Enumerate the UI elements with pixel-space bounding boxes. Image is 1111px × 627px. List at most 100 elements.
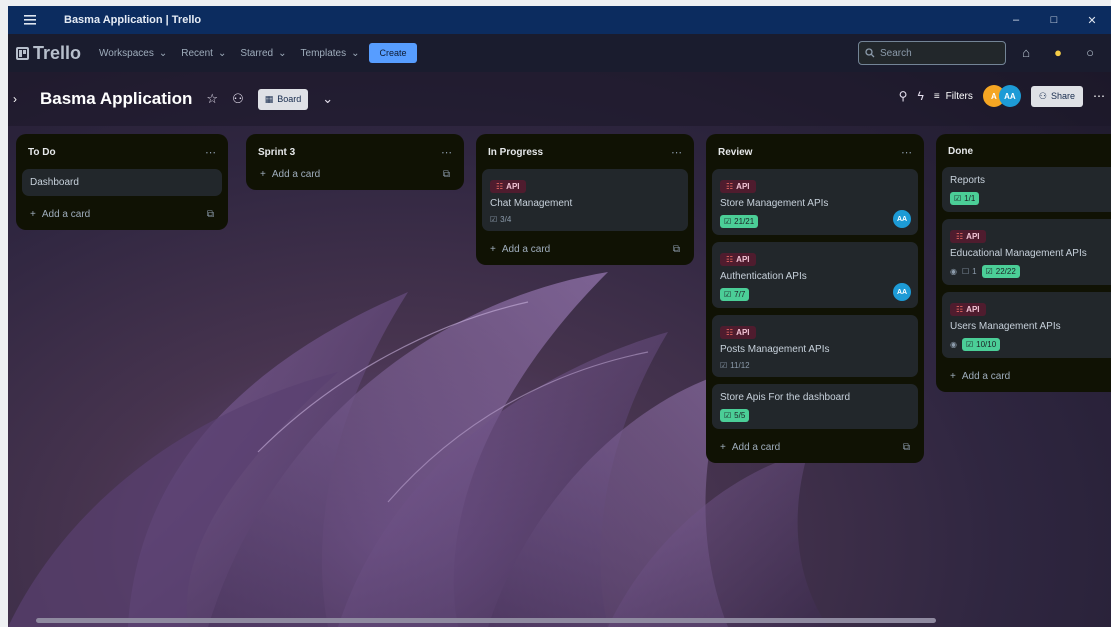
list-title[interactable]: Done (948, 146, 973, 157)
chevron-down-icon[interactable]: ⌄ (322, 91, 333, 107)
window-title: Basma Application | Trello (64, 14, 202, 26)
label-icon: ☷ (726, 182, 734, 191)
list-in-progress: In Progress ⋯ ☷ API Chat Management ☑ 3/4 … (476, 134, 694, 265)
card-template-icon[interactable]: ⧉ (673, 244, 680, 255)
hamburger-menu-icon[interactable] (8, 6, 52, 34)
checklist-badge: ☑ 5/5 (720, 409, 750, 422)
filters-button[interactable]: ≡ Filters (934, 91, 973, 102)
checklist-badge: ☑ 21/21 (720, 215, 759, 228)
list-done: Done Reports ☑ 1/1 ☷ API Educational Manag… (936, 134, 1111, 392)
search-input[interactable]: Search (858, 41, 1006, 65)
avatar[interactable]: AA (893, 210, 911, 228)
list-sprint-3: Sprint 3 ⋯ + Add a card ⧉ (246, 134, 464, 190)
chevron-down-icon: ⌄ (278, 47, 287, 59)
share-button[interactable]: ⚇ Share (1030, 85, 1083, 107)
search-icon (865, 48, 875, 58)
list-title[interactable]: Review (718, 147, 752, 158)
card-store-apis-dashboard[interactable]: Store Apis For the dashboard ☑ 5/5 (712, 384, 918, 429)
trello-logo[interactable]: Trello (16, 43, 81, 64)
list-menu-icon[interactable]: ⋯ (205, 146, 216, 159)
notification-bell-icon[interactable]: ● (1047, 41, 1069, 63)
board-view-button[interactable]: ▦ Board (257, 88, 309, 110)
power-ups-icon[interactable]: ⚲ (899, 89, 908, 103)
person-add-icon: ⚇ (1038, 90, 1047, 101)
card-dashboard[interactable]: Dashboard (22, 169, 222, 196)
label-icon: ☷ (496, 182, 504, 191)
comment-badge: ☐ 1 (961, 267, 977, 276)
nav-workspaces[interactable]: Workspaces ⌄ (99, 48, 167, 59)
nav-starred[interactable]: Starred ⌄ (240, 48, 286, 59)
checklist-icon: ☑ (720, 361, 728, 370)
plus-icon: + (950, 371, 956, 382)
star-icon[interactable]: ☆ (206, 91, 218, 107)
add-card-button[interactable]: + Add a card (490, 244, 550, 255)
checklist-icon: ☑ (954, 194, 962, 203)
checklist-badge: ☑ 7/7 (720, 288, 750, 301)
checklist-icon: ☑ (965, 340, 974, 349)
add-card-button[interactable]: + Add a card (260, 169, 320, 180)
card-store-management-apis[interactable]: ☷ API Store Management APIs ☑ 21/21 AA (712, 169, 918, 235)
checklist-badge: ☑ 10/10 (961, 338, 1001, 351)
watch-icon: ◉ (950, 267, 957, 276)
label-icon: ☷ (956, 232, 964, 241)
add-card-button[interactable]: + Add a card (30, 209, 90, 220)
help-icon[interactable]: ○ (1079, 41, 1101, 63)
list-title[interactable]: In Progress (488, 147, 543, 158)
visibility-icon[interactable]: ⚇ (232, 91, 244, 107)
close-button[interactable]: ✕ (1073, 6, 1111, 34)
plus-icon: + (490, 244, 496, 255)
board-view-icon: ▦ (264, 93, 274, 104)
avatar[interactable]: AA (998, 85, 1021, 107)
avatar[interactable]: AA (893, 283, 911, 301)
list-menu-icon[interactable]: ⋯ (441, 146, 452, 159)
add-card-button[interactable]: + Add a card (950, 371, 1010, 382)
label-icon: ☷ (956, 305, 964, 314)
checklist-badge: ☑ 1/1 (950, 192, 980, 205)
trello-logo-text: Trello (33, 42, 82, 63)
app-header: Trello Workspaces ⌄ Recent ⌄ Starred ⌄ Temp… (8, 34, 1111, 72)
nav-templates[interactable]: Templates ⌄ (301, 48, 360, 59)
more-menu-icon[interactable]: ⋯ (1093, 89, 1105, 103)
checklist-icon: ☑ (724, 290, 732, 299)
sidebar-toggle[interactable]: › (8, 84, 22, 114)
list-menu-icon[interactable]: ⋯ (901, 146, 912, 159)
card-chat-management[interactable]: ☷ API Chat Management ☑ 3/4 (482, 169, 688, 231)
add-card-button[interactable]: + Add a card (720, 442, 780, 453)
trello-window: Basma Application | Trello – □ ✕ Trello … (8, 6, 1111, 627)
label-api: ☷ API (490, 180, 526, 193)
label-icon: ☷ (726, 255, 734, 264)
plus-icon: + (720, 442, 726, 453)
list-to-do: To Do ⋯ Dashboard + Add a card ⧉ (16, 134, 228, 230)
card-template-icon[interactable]: ⧉ (443, 169, 450, 180)
horizontal-scrollbar[interactable] (36, 618, 936, 623)
filter-icon: ≡ (933, 90, 940, 102)
nav-recent[interactable]: Recent ⌄ (181, 48, 226, 59)
chevron-down-icon: ⌄ (158, 47, 168, 59)
create-button[interactable]: Create (369, 43, 417, 63)
list-menu-icon[interactable]: ⋯ (671, 146, 682, 159)
card-authentication-apis[interactable]: ☷ API Authentication APIs ☑ 7/7 AA (712, 242, 918, 308)
checklist-icon: ☑ (724, 217, 732, 226)
board-header: › Basma Application ☆ ⚇ ▦ Board ⌄ ⚲ ϟ ≡ … (8, 72, 1111, 126)
card-template-icon[interactable]: ⧉ (207, 209, 214, 220)
card-reports[interactable]: Reports ☑ 1/1 (942, 167, 1111, 212)
list-title[interactable]: Sprint 3 (258, 147, 295, 158)
megaphone-icon[interactable]: ⌂ (1015, 41, 1037, 63)
list-title[interactable]: To Do (28, 147, 56, 158)
label-api: ☷ API (950, 230, 986, 243)
card-educational-management-apis[interactable]: ☷ API Educational Management APIs ◉ ☐ 1 ☑ 2… (942, 219, 1111, 285)
board-title[interactable]: Basma Application (40, 89, 192, 109)
card-users-management-apis[interactable]: ☷ API Users Management APIs ◉ ☑ 10/10 (942, 292, 1111, 358)
maximize-button[interactable]: □ (1035, 6, 1073, 34)
card-template-icon[interactable]: ⧉ (903, 442, 910, 453)
minimize-button[interactable]: – (997, 6, 1035, 34)
checklist-badge: ☑ 11/12 (720, 361, 750, 370)
checklist-badge: ☑ 3/4 (490, 215, 512, 224)
board-canvas: › Basma Application ☆ ⚇ ▦ Board ⌄ ⚲ ϟ ≡ … (8, 72, 1111, 627)
checklist-badge: ☑ 22/22 (981, 265, 1020, 278)
plus-icon: + (30, 209, 36, 220)
window-titlebar: Basma Application | Trello – □ ✕ (8, 6, 1111, 34)
automation-icon[interactable]: ϟ (917, 89, 923, 103)
comment-icon: ☐ (961, 267, 970, 276)
card-posts-management-apis[interactable]: ☷ API Posts Management APIs ☑ 11/12 (712, 315, 918, 377)
